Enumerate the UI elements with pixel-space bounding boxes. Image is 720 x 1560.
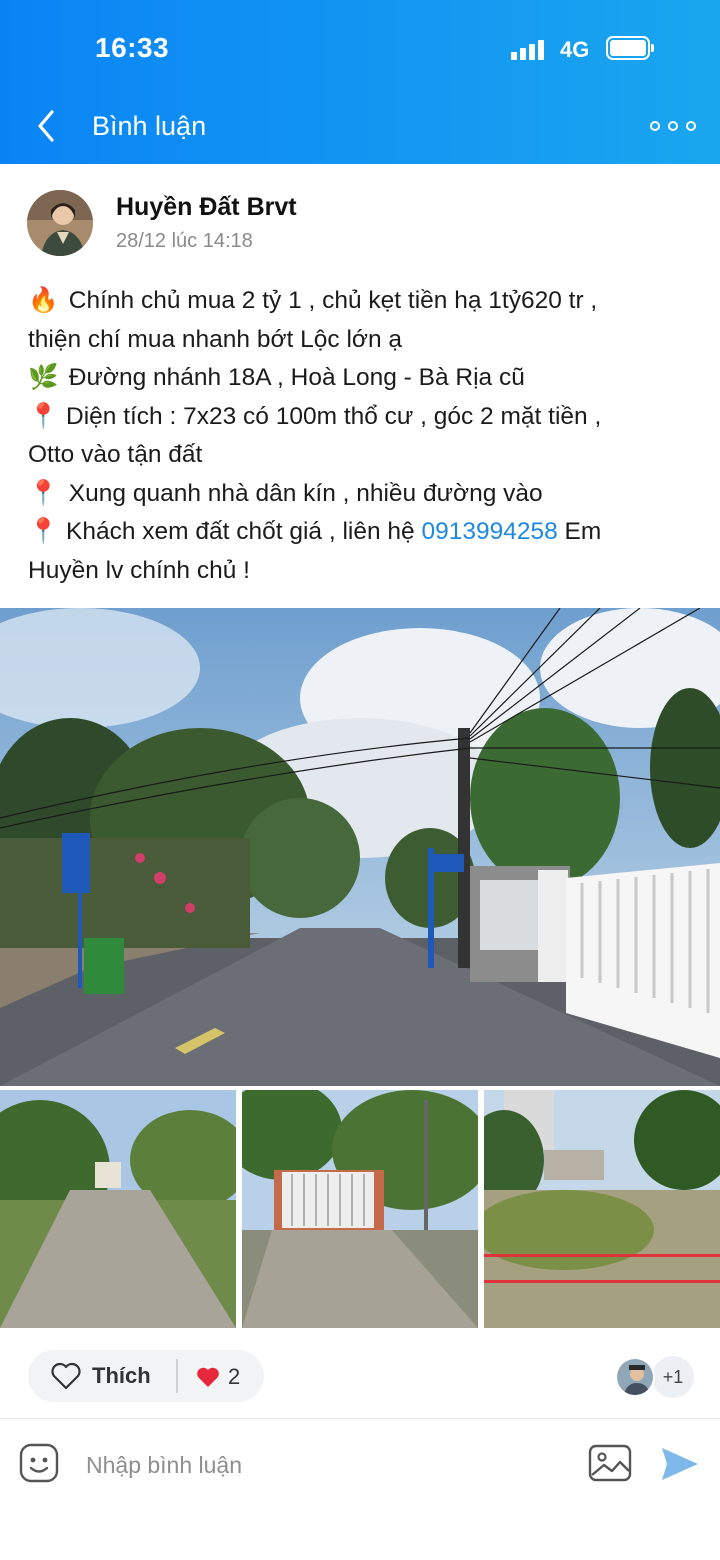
signal-icon [511, 40, 547, 60]
pin-icon: 📍 [28, 518, 59, 545]
post-line-text: Chính chủ mua 2 tỷ 1 , chủ kẹt tiền hạ 1… [62, 287, 598, 314]
post-line: thiện chí mua nhanh bớt Lộc lớn ạ [28, 321, 698, 360]
phone-link[interactable]: 0913994258 [421, 518, 557, 545]
more-reactors-badge[interactable]: +1 [652, 1356, 694, 1398]
divider [176, 1359, 178, 1393]
post-timestamp: 28/12 lúc 14:18 [116, 230, 253, 252]
post-photo-thumb[interactable] [484, 1090, 720, 1328]
network-type: 4G [560, 37, 590, 62]
pin-icon: 📍 [28, 402, 59, 430]
post-line: Huyền lv chính chủ ! [28, 552, 698, 591]
reaction-count-number: 2 [228, 1364, 241, 1389]
like-label: Thích [92, 1363, 151, 1388]
post-line-text: Huyền lv chính chủ ! [28, 556, 250, 584]
pin-icon: 📍 [28, 479, 59, 507]
post-photo-thumb[interactable] [0, 1090, 236, 1328]
post-line-text: Đường nhánh 18A , Hoà Long - Bà Rịa cũ [62, 364, 525, 391]
app-header: 16:33 4G Bình luận [0, 0, 720, 164]
page-title: Bình luận [92, 111, 207, 141]
like-button[interactable]: Thích [50, 1361, 151, 1391]
battery-icon [606, 36, 654, 60]
back-icon[interactable] [32, 106, 64, 146]
post-line-text: Em [557, 518, 602, 545]
post-line: 📍 Xung quanh nhà dân kín , nhiều đường v… [28, 475, 698, 514]
heart-outline-icon [51, 1362, 81, 1390]
author-name[interactable]: Huyền Đất Brvt [116, 193, 297, 222]
sticker-icon[interactable] [18, 1442, 60, 1484]
reaction-count[interactable]: 2 [196, 1364, 240, 1390]
post-line: 🌿 Đường nhánh 18A , Hoà Long - Bà Rịa cũ [28, 359, 698, 398]
reactor-avatar[interactable] [615, 1357, 655, 1397]
post-line-text: Xung quanh nhà dân kín , nhiều đường vào [62, 479, 543, 507]
post-content: 🔥 Chính chủ mua 2 tỷ 1 , chủ kẹt tiền hạ… [28, 282, 698, 590]
post-line-text: thiện chí mua nhanh bớt Lộc lớn ạ [28, 325, 403, 353]
reaction-bar: Thích 2 [28, 1350, 264, 1402]
more-options-icon[interactable] [650, 118, 696, 134]
post-line-text: Otto vào tận đất [28, 441, 203, 468]
post-line: 📍 Diện tích : 7x23 có 100m thổ cư , góc 2… [28, 398, 698, 437]
divider [0, 1418, 720, 1419]
send-icon[interactable] [660, 1444, 700, 1484]
author-avatar[interactable] [27, 190, 93, 256]
fire-icon: 🔥 [28, 287, 59, 314]
comment-input[interactable] [86, 1448, 556, 1482]
post-line: Otto vào tận đất [28, 436, 698, 475]
leaf-icon: 🌿 [28, 364, 59, 391]
status-time: 16:33 [95, 32, 170, 63]
post-line-text: Diện tích : 7x23 có 100m thổ cư , góc 2 … [66, 402, 602, 430]
post-photo-main[interactable] [0, 608, 720, 1086]
post-line: 📍 Khách xem đất chốt giá , liên hệ 091399… [28, 513, 698, 552]
image-icon[interactable] [588, 1444, 632, 1482]
red-heart-icon [197, 1367, 219, 1387]
post-line-text: Khách xem đất chốt giá , liên hệ [66, 518, 422, 545]
post-photo-thumb[interactable] [242, 1090, 478, 1328]
post-line: 🔥 Chính chủ mua 2 tỷ 1 , chủ kẹt tiền hạ… [28, 282, 698, 321]
